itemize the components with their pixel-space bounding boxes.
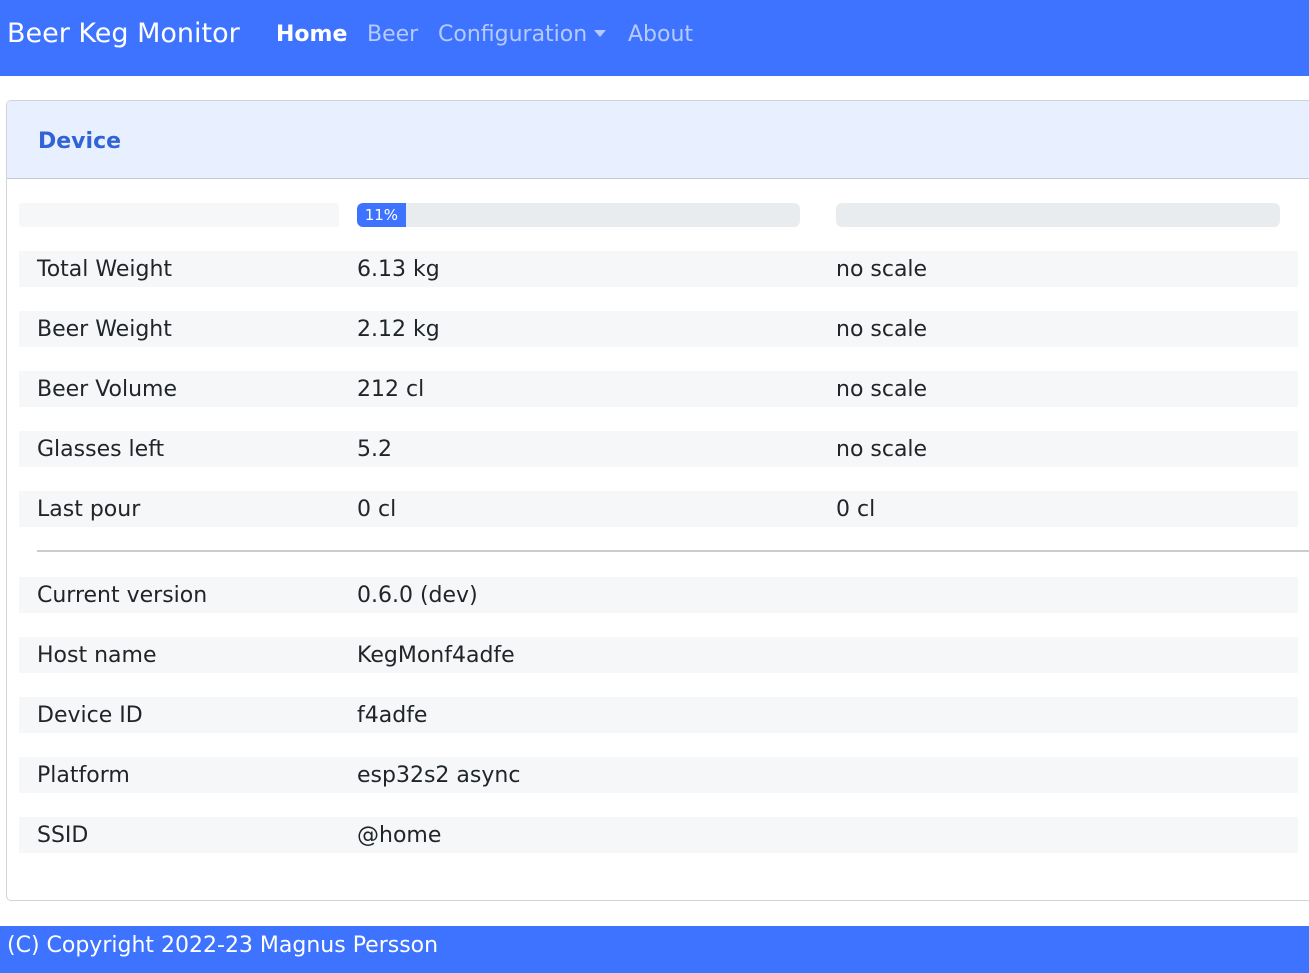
scale1-value: 2.12 kg — [357, 317, 440, 342]
nav-about[interactable]: About — [628, 22, 693, 47]
scale1-progress-bar: 11% — [357, 203, 406, 227]
row-value: 0.6.0 (dev) — [357, 583, 478, 608]
table-row — [19, 311, 1298, 347]
table-row — [19, 371, 1298, 407]
nav-home[interactable]: Home — [276, 22, 347, 47]
row-value: esp32s2 async — [357, 763, 521, 788]
nav-configuration[interactable]: Configuration — [438, 22, 607, 47]
chevron-down-icon — [594, 30, 607, 37]
divider — [37, 550, 1309, 552]
scale2-value: no scale — [836, 377, 928, 402]
nav-configuration-label: Configuration — [438, 22, 588, 47]
copyright-text: (C) Copyright 2022-23 Magnus Persson — [7, 933, 439, 958]
scale2-progress — [836, 203, 1280, 227]
scale2-value: 0 cl — [836, 497, 876, 522]
navbar: Beer Keg Monitor Home Beer Configuration… — [0, 0, 1309, 76]
scale1-value: 0 cl — [357, 497, 397, 522]
row-label: Host name — [37, 643, 157, 668]
row-label: Beer Weight — [37, 317, 172, 342]
scale2-value: no scale — [836, 317, 928, 342]
row-label: Glasses left — [37, 437, 165, 462]
scale1-value: 6.13 kg — [357, 257, 440, 282]
table-row — [19, 697, 1298, 733]
footer: (C) Copyright 2022-23 Magnus Persson — [0, 926, 1309, 973]
nav-beer[interactable]: Beer — [367, 22, 418, 47]
navbar-brand[interactable]: Beer Keg Monitor — [7, 18, 240, 49]
scale2-value: no scale — [836, 437, 928, 462]
table-row — [19, 491, 1298, 527]
table-row — [19, 251, 1298, 287]
scale2-value: no scale — [836, 257, 928, 282]
row-value: KegMonf4adfe — [357, 643, 515, 668]
row-label: Beer Volume — [37, 377, 178, 402]
row-value: @home — [357, 823, 442, 848]
row-label: Current version — [37, 583, 208, 608]
table-row — [19, 757, 1298, 793]
row-label: Last pour — [37, 497, 141, 522]
table-row — [19, 577, 1298, 613]
table-row — [19, 817, 1298, 853]
scale1-value: 212 cl — [357, 377, 425, 402]
row-label: SSID — [37, 823, 89, 848]
table-row — [19, 431, 1298, 467]
row-label: Platform — [37, 763, 130, 788]
card-header: Device — [7, 101, 1309, 179]
table-row — [19, 637, 1298, 673]
row-label: Total Weight — [37, 257, 173, 282]
card-title: Device — [38, 129, 122, 154]
progress-label-cell — [19, 203, 339, 227]
scale1-value: 5.2 — [357, 437, 392, 462]
row-value: f4adfe — [357, 703, 428, 728]
row-label: Device ID — [37, 703, 143, 728]
scale1-progress: 11% — [357, 203, 800, 227]
